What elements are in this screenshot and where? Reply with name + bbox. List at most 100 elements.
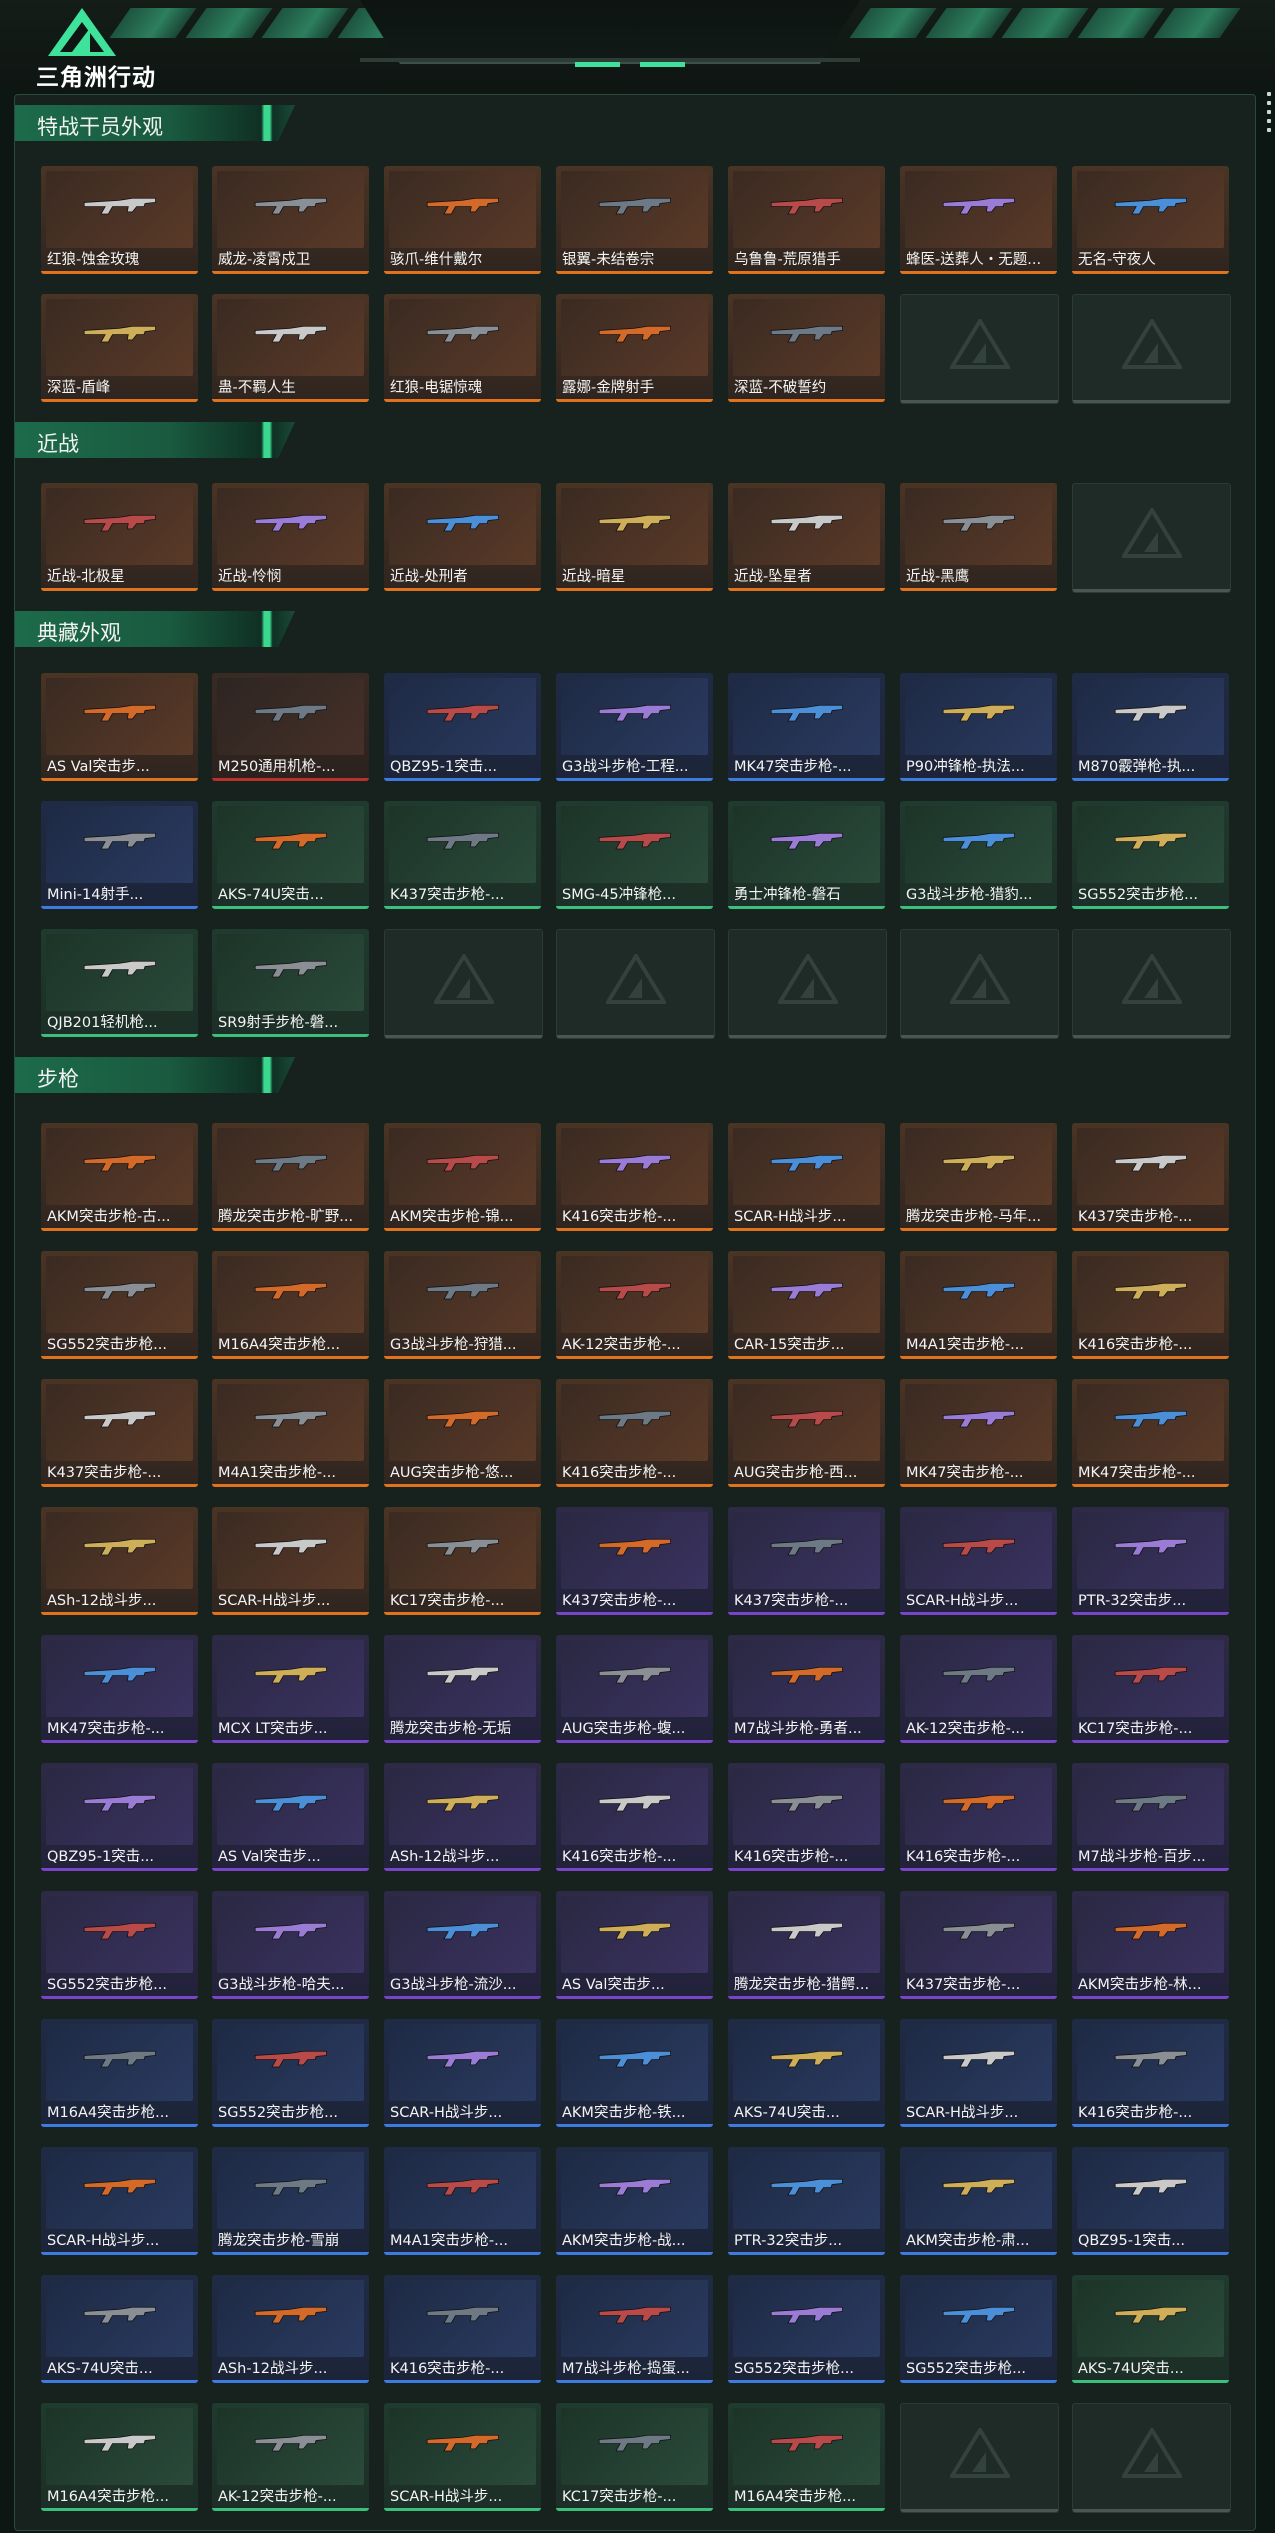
skin-card[interactable]: AKS-74U突击... — [41, 2275, 198, 2383]
skin-card[interactable]: SCAR-H战斗步... — [384, 2403, 541, 2511]
skin-card[interactable]: K437突击步枪-... — [1072, 1123, 1229, 1231]
skin-card[interactable]: AK-12突击步枪-... — [556, 1251, 713, 1359]
skin-card[interactable]: M250通用机枪-... — [212, 673, 369, 781]
skin-card[interactable]: M16A4突击步枪... — [41, 2403, 198, 2511]
skin-card[interactable]: 露娜-金牌射手 — [556, 294, 713, 402]
skin-card[interactable]: M7战斗步枪-捣蛋... — [556, 2275, 713, 2383]
skin-card[interactable]: ASh-12战斗步... — [212, 2275, 369, 2383]
skin-card[interactable]: P90冲锋枪-执法... — [900, 673, 1057, 781]
skin-card[interactable]: KC17突击步枪-... — [1072, 1635, 1229, 1743]
skin-card[interactable]: K416突击步枪-... — [556, 1379, 713, 1487]
skin-card[interactable]: 深蓝-不破誓约 — [728, 294, 885, 402]
skin-card[interactable]: MCX LT突击步... — [212, 1635, 369, 1743]
skin-card[interactable]: G3战斗步枪-工程... — [556, 673, 713, 781]
skin-card[interactable]: ASh-12战斗步... — [41, 1507, 198, 1615]
skin-card[interactable]: QBZ95-1突击... — [41, 1763, 198, 1871]
skin-card[interactable]: 腾龙突击步枪-雪崩 — [212, 2147, 369, 2255]
skin-card[interactable]: G3战斗步枪-狩猎... — [384, 1251, 541, 1359]
skin-card[interactable]: AUG突击步枪-蝮... — [556, 1635, 713, 1743]
skin-card[interactable]: 无名-守夜人 — [1072, 166, 1229, 274]
skin-card[interactable]: G3战斗步枪-流沙... — [384, 1891, 541, 1999]
skin-card[interactable]: 近战-怜悯 — [212, 483, 369, 591]
skin-card[interactable]: MK47突击步枪-... — [900, 1379, 1057, 1487]
skin-card[interactable]: 腾龙突击步枪-旷野... — [212, 1123, 369, 1231]
skin-card[interactable]: SG552突击步枪... — [212, 2019, 369, 2127]
skin-card[interactable]: G3战斗步枪-哈夫... — [212, 1891, 369, 1999]
skin-card[interactable]: SCAR-H战斗步... — [728, 1123, 885, 1231]
skin-card[interactable]: 近战-处刑者 — [384, 483, 541, 591]
skin-card[interactable]: SG552突击步枪... — [41, 1891, 198, 1999]
skin-card[interactable]: KC17突击步枪-... — [384, 1507, 541, 1615]
skin-card[interactable]: QBZ95-1突击... — [384, 673, 541, 781]
skin-card[interactable]: M16A4突击步枪... — [212, 1251, 369, 1359]
skin-card[interactable]: AKM突击步枪-锦... — [384, 1123, 541, 1231]
skin-card[interactable]: K437突击步枪-... — [384, 801, 541, 909]
skin-card[interactable]: PTR-32突击步... — [728, 2147, 885, 2255]
skin-card[interactable]: K416突击步枪-... — [1072, 1251, 1229, 1359]
skin-card[interactable]: M7战斗步枪-百步... — [1072, 1763, 1229, 1871]
skin-card[interactable]: AS Val突击步... — [556, 1891, 713, 1999]
skin-card[interactable]: AKM突击步枪-铁... — [556, 2019, 713, 2127]
skin-card[interactable]: SG552突击步枪... — [41, 1251, 198, 1359]
skin-card[interactable]: M16A4突击步枪... — [728, 2403, 885, 2511]
skin-card[interactable]: M4A1突击步枪-... — [212, 1379, 369, 1487]
skin-card[interactable]: SG552突击步枪... — [1072, 801, 1229, 909]
skin-card[interactable]: K437突击步枪-... — [900, 1891, 1057, 1999]
skin-card[interactable]: K437突击步枪-... — [556, 1507, 713, 1615]
skin-card[interactable]: M7战斗步枪-勇者... — [728, 1635, 885, 1743]
skin-card[interactable]: SCAR-H战斗步... — [41, 2147, 198, 2255]
skin-card[interactable]: SCAR-H战斗步... — [384, 2019, 541, 2127]
skin-card[interactable]: SG552突击步枪... — [900, 2275, 1057, 2383]
skin-card[interactable]: 近战-黑鹰 — [900, 483, 1057, 591]
skin-card[interactable]: AUG突击步枪-西... — [728, 1379, 885, 1487]
skin-card[interactable]: QJB201轻机枪... — [41, 929, 198, 1037]
skin-card[interactable]: SCAR-H战斗步... — [212, 1507, 369, 1615]
skin-card[interactable]: SG552突击步枪... — [728, 2275, 885, 2383]
skin-card[interactable]: 近战-坠星者 — [728, 483, 885, 591]
skin-card[interactable]: 近战-暗星 — [556, 483, 713, 591]
skin-card[interactable]: K416突击步枪-... — [384, 2275, 541, 2383]
skin-card[interactable]: KC17突击步枪-... — [556, 2403, 713, 2511]
skin-card[interactable]: MK47突击步枪-... — [1072, 1379, 1229, 1487]
skin-card[interactable]: K416突击步枪-... — [556, 1123, 713, 1231]
skin-card[interactable]: AKM突击步枪-战... — [556, 2147, 713, 2255]
skin-card[interactable]: AK-12突击步枪-... — [900, 1635, 1057, 1743]
skin-card[interactable]: AKM突击步枪-林... — [1072, 1891, 1229, 1999]
skin-card[interactable]: 银翼-未结卷宗 — [556, 166, 713, 274]
skin-card[interactable]: SCAR-H战斗步... — [900, 1507, 1057, 1615]
skin-card[interactable]: 腾龙突击步枪-无垢 — [384, 1635, 541, 1743]
skin-card[interactable]: 近战-北极星 — [41, 483, 198, 591]
skin-card[interactable]: M870霰弹枪-执... — [1072, 673, 1229, 781]
skin-card[interactable]: AKM突击步枪-古... — [41, 1123, 198, 1231]
skin-card[interactable]: Mini-14射手... — [41, 801, 198, 909]
skin-card[interactable]: 勇士冲锋枪-磐石 — [728, 801, 885, 909]
skin-card[interactable]: G3战斗步枪-猎豹... — [900, 801, 1057, 909]
skin-card[interactable]: K437突击步枪-... — [728, 1507, 885, 1615]
skin-card[interactable]: 红狼-电锯惊魂 — [384, 294, 541, 402]
skin-card[interactable]: M16A4突击步枪... — [41, 2019, 198, 2127]
skin-card[interactable]: AKS-74U突击... — [212, 801, 369, 909]
skin-card[interactable]: ASh-12战斗步... — [384, 1763, 541, 1871]
skin-card[interactable]: SCAR-H战斗步... — [900, 2019, 1057, 2127]
skin-card[interactable]: QBZ95-1突击... — [1072, 2147, 1229, 2255]
skin-card[interactable]: AKM突击步枪-肃... — [900, 2147, 1057, 2255]
skin-card[interactable]: SMG-45冲锋枪... — [556, 801, 713, 909]
skin-card[interactable]: CAR-15突击步... — [728, 1251, 885, 1359]
more-menu-icon[interactable] — [1267, 92, 1273, 137]
skin-card[interactable]: 乌鲁鲁-荒原猎手 — [728, 166, 885, 274]
skin-card[interactable]: K437突击步枪-... — [41, 1379, 198, 1487]
skin-card[interactable]: AKS-74U突击... — [1072, 2275, 1229, 2383]
skin-card[interactable]: 腾龙突击步枪-马年... — [900, 1123, 1057, 1231]
skin-card[interactable]: 骇爪-维什戴尔 — [384, 166, 541, 274]
skin-card[interactable]: 威龙-凌霄戍卫 — [212, 166, 369, 274]
skin-card[interactable]: K416突击步枪-... — [1072, 2019, 1229, 2127]
skin-card[interactable]: MK47突击步枪-... — [728, 673, 885, 781]
skin-card[interactable]: AK-12突击步枪-... — [212, 2403, 369, 2511]
skin-card[interactable]: K416突击步枪-... — [728, 1763, 885, 1871]
skin-card[interactable]: 蛊-不羁人生 — [212, 294, 369, 402]
skin-card[interactable]: AKS-74U突击... — [728, 2019, 885, 2127]
skin-card[interactable]: M4A1突击步枪-... — [900, 1251, 1057, 1359]
skin-card[interactable]: M4A1突击步枪-... — [384, 2147, 541, 2255]
skin-card[interactable]: PTR-32突击步... — [1072, 1507, 1229, 1615]
skin-card[interactable]: AS Val突击步... — [41, 673, 198, 781]
